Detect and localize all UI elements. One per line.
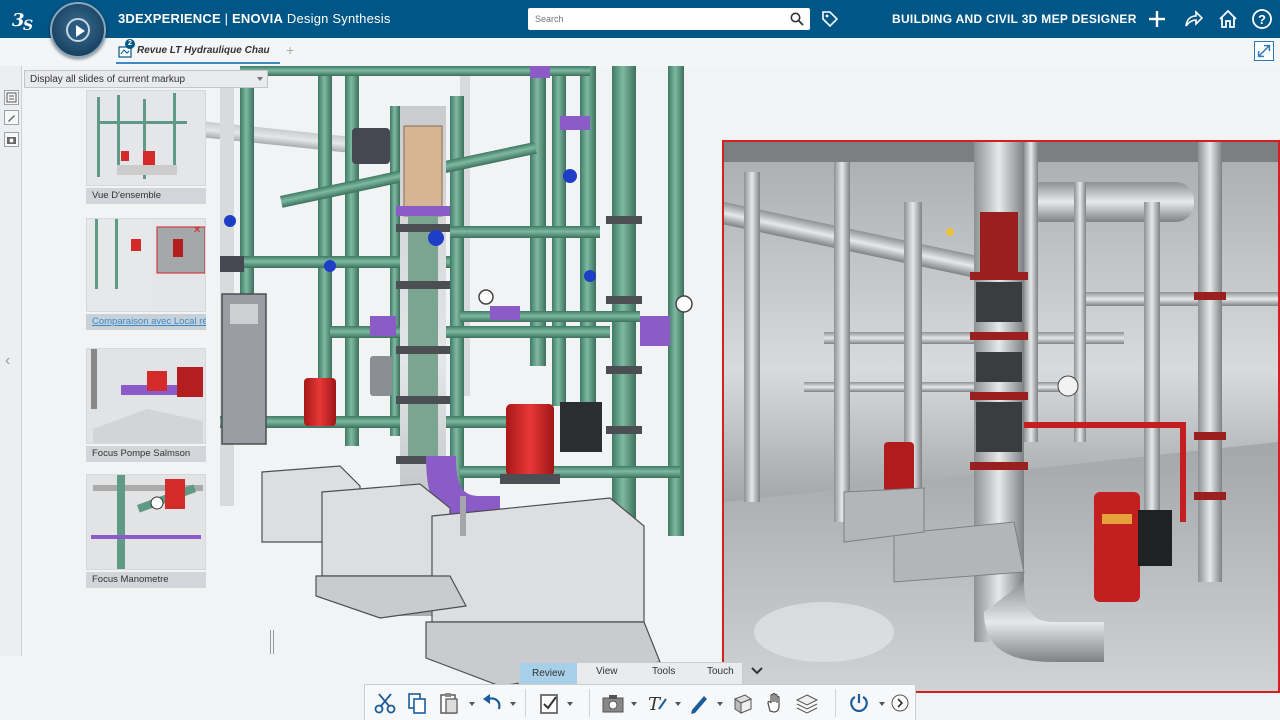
slide-item[interactable]: ✕ Comparaison avec Local réel: [86, 218, 206, 330]
collapse-panel-icon[interactable]: ‹: [5, 352, 10, 370]
search-icon[interactable]: [790, 12, 804, 26]
slide-item[interactable]: Focus Manometre: [86, 474, 206, 588]
brand-app-name: ENOVIA: [232, 11, 284, 26]
slide-label: Comparaison avec Local réel: [86, 314, 206, 330]
paste-dropdown-icon[interactable]: [469, 702, 475, 706]
role-label[interactable]: BUILDING AND CIVIL 3D MEP DESIGNER: [892, 12, 1137, 26]
power-icon[interactable]: [847, 691, 871, 715]
ds-logo-icon[interactable]: 3S: [10, 6, 38, 34]
brand-name: 3DEXPERIENCE: [118, 11, 221, 26]
tab-review[interactable]: Review: [520, 663, 577, 684]
undo-dropdown-icon[interactable]: [510, 702, 516, 706]
copy-icon[interactable]: [405, 691, 429, 715]
separator: [589, 689, 590, 717]
pen-dropdown-icon[interactable]: [717, 702, 723, 706]
chevron-right-icon[interactable]: [891, 694, 909, 712]
tab-view[interactable]: View: [596, 666, 618, 677]
share-icon[interactable]: [1182, 8, 1204, 30]
slide-label: Vue D'ensemble: [86, 188, 206, 204]
top-bar: 3S 3DEXPERIENCE | ENOVIA Design Synthesi…: [0, 0, 1280, 38]
tab-review[interactable]: 2 Revue LT Hydraulique Chau: [116, 39, 280, 64]
add-icon[interactable]: [1146, 8, 1168, 30]
slide-thumbnail[interactable]: [86, 474, 206, 570]
tab-touch[interactable]: Touch: [707, 666, 734, 677]
brand-app-suffix: Design Synthesis: [283, 11, 391, 26]
tab-label: Revue LT Hydraulique Chau: [137, 45, 270, 56]
brand-separator: |: [220, 11, 233, 26]
left-panel-toolbar: ‹: [0, 66, 22, 656]
text-annotation-icon[interactable]: T: [645, 691, 669, 715]
power-dropdown-icon[interactable]: [879, 702, 885, 706]
svg-text:S: S: [23, 18, 33, 32]
slide-item[interactable]: Vue D'ensemble: [86, 90, 206, 204]
undo-icon[interactable]: [481, 691, 505, 715]
chevron-down-icon: [257, 77, 263, 81]
reference-photo[interactable]: [722, 140, 1280, 693]
svg-text:?: ?: [1258, 12, 1266, 27]
camera-panel-button[interactable]: [4, 132, 19, 147]
action-bar: T: [364, 684, 916, 720]
slide-item[interactable]: Focus Pompe Salmson: [86, 348, 206, 462]
3d-model-scene[interactable]: [200, 66, 720, 720]
slides-panel-button[interactable]: [4, 90, 19, 105]
slide-thumbnail[interactable]: [86, 348, 206, 444]
resize-handle[interactable]: [270, 630, 274, 654]
cut-icon[interactable]: [373, 691, 397, 715]
slide-label: Focus Pompe Salmson: [86, 446, 206, 462]
hand-icon[interactable]: [763, 691, 787, 715]
tag-icon[interactable]: [820, 9, 840, 29]
markup-select-value: Display all slides of current markup: [30, 74, 186, 85]
separator: [835, 689, 836, 717]
tab-badge: 2: [125, 39, 135, 49]
paste-icon[interactable]: [437, 691, 461, 715]
markup-display-select[interactable]: Display all slides of current markup: [24, 70, 268, 88]
slide-thumbnail[interactable]: ✕: [86, 218, 206, 312]
app-title: 3DEXPERIENCE | ENOVIA Design Synthesis: [118, 11, 391, 26]
pencil-panel-button[interactable]: [4, 110, 19, 125]
home-icon[interactable]: [1217, 8, 1239, 30]
3d-box-icon[interactable]: [731, 691, 755, 715]
compass-icon[interactable]: [50, 2, 106, 58]
slide-label: Focus Manometre: [86, 572, 206, 588]
checklist-dropdown-icon[interactable]: [567, 702, 573, 706]
chevron-down-icon[interactable]: [750, 664, 764, 678]
svg-text:✕: ✕: [193, 225, 201, 236]
3d-viewport[interactable]: ‹ Display all slides of current markup V…: [0, 66, 1280, 720]
pen-icon[interactable]: [687, 691, 711, 715]
add-tab-button[interactable]: +: [286, 42, 294, 58]
svg-text:T: T: [648, 694, 662, 715]
capture-icon[interactable]: [601, 691, 625, 715]
fullscreen-icon[interactable]: [1254, 41, 1274, 61]
search-input[interactable]: [528, 8, 778, 30]
action-bar-tabs: Review View Tools Touch: [519, 662, 743, 684]
text-dropdown-icon[interactable]: [675, 702, 681, 706]
checklist-icon[interactable]: [537, 691, 561, 715]
search-box[interactable]: [528, 8, 810, 30]
tab-tools[interactable]: Tools: [652, 666, 675, 677]
slide-thumbnail[interactable]: [86, 90, 206, 186]
tab-row: 2 Revue LT Hydraulique Chau +: [0, 38, 1280, 66]
capture-dropdown-icon[interactable]: [631, 702, 637, 706]
separator: [525, 689, 526, 717]
help-icon[interactable]: ?: [1251, 8, 1273, 30]
layers-icon[interactable]: [795, 691, 819, 715]
